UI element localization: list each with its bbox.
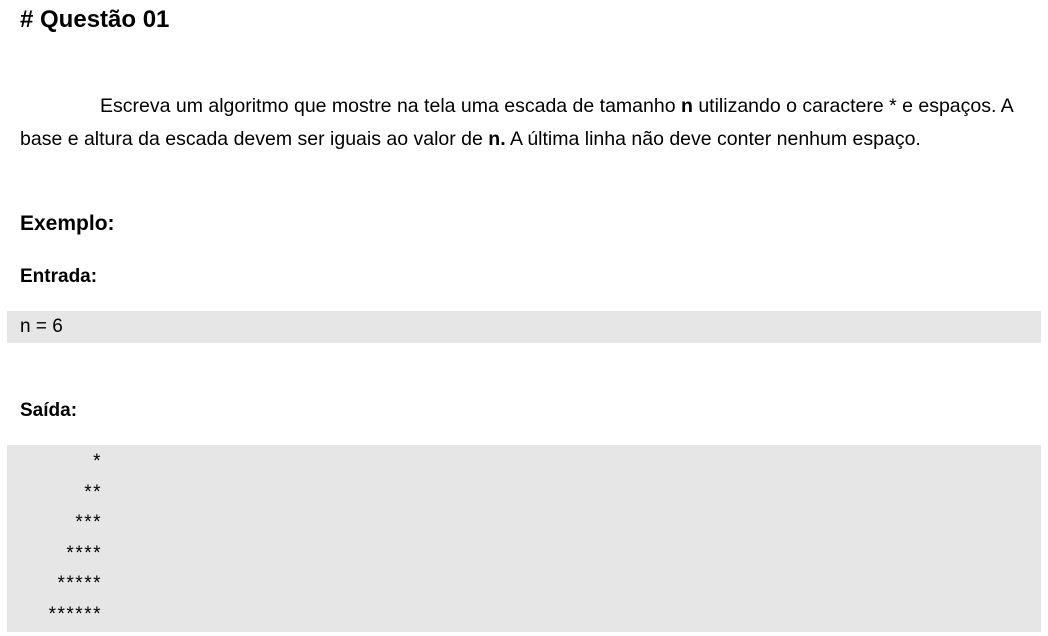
description-n-bold-2: n. (488, 128, 506, 150)
input-code-block: n = 6 (7, 311, 1041, 343)
question-description: Escreva um algoritmo que mostre na tela … (20, 90, 1035, 156)
output-line: * (93, 451, 102, 472)
question-title: # Questão 01 (20, 6, 170, 33)
output-heading: Saída: (20, 400, 78, 421)
output-line: **** (66, 542, 102, 564)
input-value: n = 6 (20, 316, 63, 337)
output-line: ** (84, 481, 102, 503)
input-heading: Entrada: (20, 266, 98, 287)
output-line: ****** (48, 603, 102, 625)
example-heading: Exemplo: (20, 212, 115, 235)
description-part-1: Escreva um algoritmo que mostre na tela … (100, 95, 681, 117)
output-code-block: * ** *** **** ***** ****** (7, 445, 1041, 632)
output-line: ***** (57, 573, 102, 594)
output-stairs: * ** *** **** ***** ****** (20, 447, 102, 630)
description-part-3: A última linha não deve conter nenhum es… (505, 128, 921, 150)
description-n-bold: n (680, 95, 693, 117)
output-line: *** (75, 512, 102, 533)
